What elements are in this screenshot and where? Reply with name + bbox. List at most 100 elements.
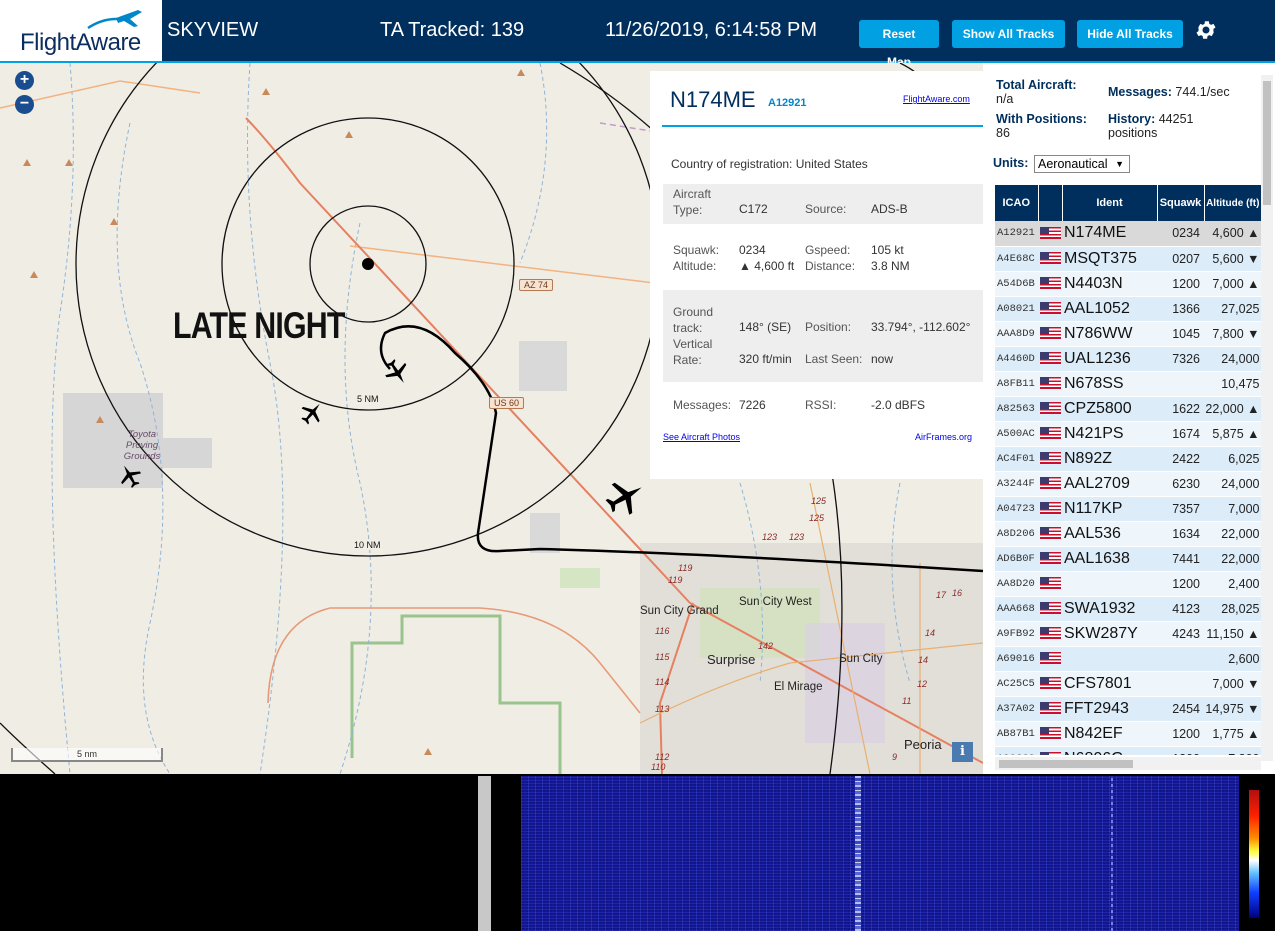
cell-squawk: 1634 — [1157, 521, 1204, 547]
table-row[interactable]: A82563 CPZ5800 1622 22,000 ▲ — [995, 396, 1262, 422]
cell-ident: N174ME — [1062, 221, 1157, 247]
cell-icao: A3244F — [995, 471, 1038, 497]
squawk-block: Squawk: 0234 Gspeed: 105 kt Altitude: ▲ … — [663, 239, 983, 279]
spectrum-waterfall — [0, 776, 1275, 931]
aircraft-marker-selected[interactable] — [383, 358, 411, 386]
cell-altitude: 10,475 — [1204, 371, 1262, 397]
rssi-label: RSSI: — [805, 398, 837, 412]
cell-squawk: 1200 — [1157, 746, 1204, 755]
aircraft-photos-link[interactable]: See Aircraft Photos — [663, 432, 740, 442]
units-select[interactable]: Aeronautical — [1034, 155, 1130, 173]
cell-flag — [1038, 446, 1062, 472]
cell-ident — [1062, 571, 1157, 597]
history-unit: positions — [1108, 126, 1158, 140]
table-row[interactable]: A08021 AAL1052 1366 27,025 — [995, 296, 1262, 322]
position-value: 33.794°, -112.602° — [871, 320, 971, 334]
col-icao[interactable]: ICAO — [995, 185, 1039, 221]
cell-flag — [1038, 746, 1062, 755]
table-row[interactable]: A54D6B N4403N 1200 7,000 ▲ — [995, 271, 1262, 297]
cell-flag — [1038, 671, 1062, 697]
us-flag-icon — [1040, 652, 1061, 665]
table-row[interactable]: A04723 N117KP 7357 7,000 — [995, 496, 1262, 522]
app-title: SKYVIEW — [167, 19, 259, 41]
zoom-in-button[interactable]: + — [15, 71, 34, 90]
table-row[interactable]: A69016 2,600 — [995, 646, 1262, 672]
col-squawk[interactable]: Squawk — [1157, 185, 1205, 221]
last-seen-value: now — [871, 352, 894, 366]
route-number: 112 — [655, 752, 670, 762]
airframes-link[interactable]: AirFrames.org — [915, 432, 972, 442]
table-row[interactable]: A12921 N174ME 0234 4,600 ▲ — [995, 221, 1262, 247]
table-row[interactable]: AC4F01 N892Z 2422 6,025 — [995, 446, 1262, 472]
table-row[interactable]: A4460D UAL1236 7326 24,000 — [995, 346, 1262, 372]
country-label: Country of registration: — [671, 157, 793, 171]
table-row[interactable]: A8D206 AAL536 1634 22,000 — [995, 521, 1262, 547]
cell-ident: CPZ5800 — [1062, 396, 1157, 422]
zoom-out-button[interactable]: − — [15, 95, 34, 114]
flightaware-link[interactable]: FlightAware.com — [903, 94, 970, 104]
table-row[interactable]: A37A02 FFT2943 2454 14,975 ▼ — [995, 696, 1262, 722]
col-altitude[interactable]: Altitude (ft) — [1204, 185, 1262, 221]
col-flag[interactable] — [1038, 185, 1063, 221]
reset-map-button[interactable]: Reset Map — [859, 20, 939, 69]
table-row[interactable]: AAA668 SWA1932 4123 28,025 — [995, 596, 1262, 622]
table-row[interactable]: A90668 N6806G12007,800 — [995, 746, 1262, 755]
flightaware-logo[interactable]: FlightAware — [0, 0, 162, 61]
show-all-tracks-button[interactable]: Show All Tracks — [952, 20, 1065, 48]
cell-icao: A04723 — [995, 496, 1038, 522]
us-flag-icon — [1040, 502, 1061, 515]
table-row[interactable]: AB87B1 N842EF 1200 1,775 ▲ — [995, 721, 1262, 747]
table-row[interactable]: AA8D20 1200 2,400 — [995, 571, 1262, 597]
table-row[interactable]: A4E68C MSQT375 0207 5,600 ▼ — [995, 246, 1262, 272]
gear-icon[interactable] — [1194, 18, 1218, 42]
cell-ident: N4403N — [1062, 271, 1157, 297]
map-view[interactable]: + − LATE NIGHT 5 NM 10 NM AZ 74 US 60 To… — [0, 63, 983, 774]
us-flag-icon — [1040, 252, 1061, 265]
gspeed-value: 105 kt — [871, 243, 904, 257]
horizontal-scrollbar[interactable] — [995, 757, 1261, 770]
map-info-button[interactable]: i — [952, 742, 973, 762]
ring-label-10nm: 10 NM — [353, 540, 382, 550]
late-night-overlay: LATE NIGHT — [173, 305, 345, 346]
aircraft-marker[interactable] — [117, 463, 143, 489]
cell-icao: AA8D20 — [995, 571, 1038, 597]
cell-ident: AAL536 — [1062, 521, 1157, 547]
col-ident[interactable]: Ident — [1062, 185, 1158, 221]
cell-squawk: 6230 — [1157, 471, 1204, 497]
aircraft-marker-jet[interactable] — [604, 476, 646, 518]
route-number: 142 — [758, 641, 774, 651]
cell-squawk: 1200 — [1157, 271, 1204, 297]
cell-icao: AD6B0F — [995, 546, 1038, 572]
route-number: 113 — [655, 704, 670, 714]
cell-altitude: 27,025 — [1204, 296, 1262, 322]
scroll-thumb[interactable] — [999, 760, 1133, 768]
with-positions-value: 86 — [996, 126, 1010, 140]
cell-altitude: 2,400 — [1204, 571, 1262, 597]
scroll-thumb[interactable] — [1263, 81, 1271, 205]
position-label: Position: — [805, 320, 852, 334]
cell-altitude: 4,600 ▲ — [1204, 221, 1262, 247]
waterfall-color-legend — [1249, 790, 1259, 918]
table-row[interactable]: AD6B0F AAL1638 7441 22,000 — [995, 546, 1262, 572]
route-number: 119 — [678, 563, 693, 573]
cell-squawk: 2454 — [1157, 696, 1204, 722]
aircraft-type-label: Aircraft Type: — [673, 187, 712, 217]
us-flag-icon — [1040, 752, 1061, 755]
cell-flag — [1038, 571, 1062, 597]
route-number: 14 — [925, 628, 936, 638]
waterfall-splitter[interactable] — [478, 776, 491, 931]
table-row[interactable]: A3244F AAL2709 6230 24,000 — [995, 471, 1262, 497]
table-row[interactable]: AC25C5 CFS7801 7,000 ▼ — [995, 671, 1262, 697]
table-row[interactable]: A500AC N421PS 1674 5,875 ▲ — [995, 421, 1262, 447]
last-seen-label: Last Seen: — [805, 352, 863, 366]
vertical-scrollbar[interactable] — [1261, 75, 1273, 761]
table-row[interactable]: A8FB11 N678SS 10,475 — [995, 371, 1262, 397]
hide-all-tracks-button[interactable]: Hide All Tracks — [1077, 20, 1183, 48]
cell-ident: MSQT375 — [1062, 246, 1157, 272]
table-row[interactable]: AAA8D9 N786WW 1045 7,800 ▼ — [995, 321, 1262, 347]
aircraft-table: ICAO Ident Squawk Altitude (ft) A12921 N1… — [995, 185, 1262, 755]
table-header-row: ICAO Ident Squawk Altitude (ft) — [995, 185, 1262, 221]
table-row[interactable]: A9FB92 SKW287Y 4243 11,150 ▲ — [995, 621, 1262, 647]
aircraft-marker[interactable] — [299, 400, 325, 426]
messages-rate-label: Messages: — [1108, 85, 1172, 99]
